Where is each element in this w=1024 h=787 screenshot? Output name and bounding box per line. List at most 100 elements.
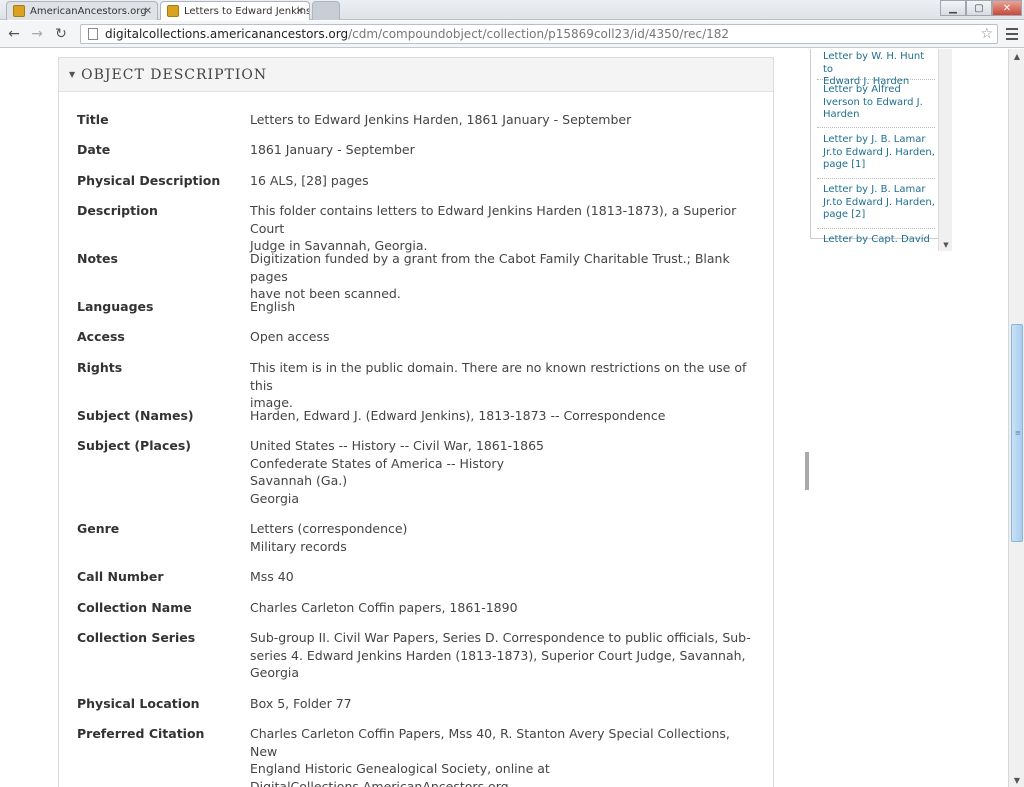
page-list-scrollbar[interactable]: ▼	[938, 49, 952, 251]
tab-bar: AmericanAncestors.org ✕ Letters to Edwar…	[0, 0, 1024, 20]
page-scrollbar[interactable]: ▲ ≡ ▼	[1008, 49, 1024, 787]
field-label: Subject (Names)	[77, 408, 194, 423]
value-line: Digitization funded by a grant from the …	[250, 251, 730, 284]
item-line: page [2]	[823, 209, 866, 221]
item-line: Letter by J. B. Lamar	[823, 134, 926, 145]
object-description-panel: ▼ OBJECT DESCRIPTION Title Letters to Ed…	[58, 57, 774, 787]
item-line: Iverson to Edward J.	[823, 96, 923, 108]
field-label: Call Number	[77, 569, 164, 584]
page-list-item[interactable]: Letter by J. B. Lamar Jr.to Edward J. Ha…	[817, 130, 935, 179]
favicon-icon	[167, 5, 179, 17]
field-value-links: Letters (correspondence) Military record…	[250, 520, 760, 555]
value-line: Sub-group II. Civil War Papers, Series D…	[250, 630, 751, 645]
scroll-down-icon[interactable]: ▼	[1009, 773, 1024, 787]
field-value-link[interactable]: Harden, Edward J. (Edward Jenkins), 1813…	[250, 407, 760, 425]
field-value-link[interactable]: This item is in the public domain. There…	[250, 359, 760, 412]
scroll-up-icon[interactable]: ▲	[1009, 49, 1024, 63]
field-value-text: Charles Carleton Coffin Papers, Mss 40, …	[250, 725, 760, 787]
bookmark-star-icon[interactable]: ☆	[980, 26, 993, 42]
panel-header[interactable]: ▼ OBJECT DESCRIPTION	[59, 58, 773, 92]
browser-toolbar: ← → ↻ digitalcollections.americanancesto…	[0, 21, 1024, 48]
field-label: Languages	[77, 299, 154, 314]
item-line: Letter by J. B. Lamar	[823, 184, 926, 195]
menu-icon[interactable]	[1004, 25, 1020, 43]
field-label: Title	[77, 112, 109, 127]
url-host: digitalcollections.americanancestors.org	[105, 27, 349, 41]
subject-place-link[interactable]: Savannah (Ga.)	[250, 472, 760, 490]
value-line: DigitalCollections.AmericanAncestors.org…	[250, 778, 513, 787]
forward-arrow-icon[interactable]: →	[28, 25, 46, 43]
collapse-caret-icon[interactable]: ▼	[69, 70, 75, 79]
field-value-link[interactable]: Letters to Edward Jenkins Harden, 1861 J…	[250, 111, 760, 129]
item-line: Jr.to Edward J. Harden,	[823, 196, 935, 208]
field-value-link[interactable]: Sub-group II. Civil War Papers, Series D…	[250, 629, 760, 682]
item-line: Letter by Alfred	[823, 84, 901, 95]
value-line: This item is in the public domain. There…	[250, 360, 747, 393]
field-value-link[interactable]: Digitization funded by a grant from the …	[250, 250, 760, 303]
field-value-link[interactable]: Mss 40	[250, 568, 760, 586]
page-list-item[interactable]: Letter by W. H. Hunt to Edward J. Harden	[817, 49, 935, 87]
value-line: This folder contains letters to Edward J…	[250, 203, 737, 236]
tab-label: Letters to Edward Jenkins H	[184, 5, 310, 17]
maximize-icon[interactable]: ▢	[966, 0, 992, 16]
page-list-panel: Letter by W. H. Hunt to Edward J. Harden…	[810, 49, 952, 244]
field-label: Physical Location	[77, 696, 200, 711]
field-label: Rights	[77, 360, 123, 375]
page-list-item[interactable]: Letter by Capt. David S.	[817, 230, 935, 244]
field-value-link[interactable]: Charles Carleton Coffin papers, 1861-189…	[250, 599, 760, 617]
field-label: Date	[77, 142, 111, 157]
field-label: Physical Description	[77, 173, 221, 188]
page-icon	[88, 28, 98, 40]
field-label: Access	[77, 329, 125, 344]
favicon-icon	[13, 5, 25, 17]
url-path: /cdm/compoundobject/collection/p15869col…	[348, 27, 730, 41]
field-value-link[interactable]: This folder contains letters to Edward J…	[250, 202, 760, 255]
page-viewport: ▼ OBJECT DESCRIPTION Title Letters to Ed…	[0, 49, 1008, 787]
page-list-item[interactable]: Letter by J. B. Lamar Jr.to Edward J. Ha…	[817, 180, 935, 229]
tab-letters[interactable]: Letters to Edward Jenkins H ✕	[160, 1, 310, 20]
subject-place-link[interactable]: Confederate States of America -- History	[250, 455, 760, 473]
field-value-link[interactable]: Box 5, Folder 77	[250, 695, 760, 713]
item-line: Letter by Capt. David S.	[823, 234, 930, 244]
subject-place-link[interactable]: Georgia	[250, 490, 760, 508]
value-line: series 4. Edward Jenkins Harden (1813-18…	[250, 647, 746, 663]
field-label: Collection Name	[77, 600, 192, 615]
field-label: Description	[77, 203, 158, 218]
field-label: Collection Series	[77, 630, 196, 645]
item-line: Letter by W. H. Hunt to	[823, 51, 925, 75]
value-line: Georgia	[250, 665, 300, 680]
panel-title: OBJECT DESCRIPTION	[81, 66, 268, 83]
item-line: page [1]	[823, 159, 866, 171]
field-value-link[interactable]: 1861 January - September	[250, 141, 760, 159]
field-value-link[interactable]: 16 ALS, [28] pages	[250, 172, 760, 190]
field-label: Genre	[77, 521, 120, 536]
genre-link[interactable]: Letters (correspondence)	[250, 520, 760, 538]
address-bar[interactable]: digitalcollections.americanancestors.org…	[80, 24, 998, 44]
new-tab-button[interactable]	[312, 1, 340, 20]
field-value-link[interactable]: English	[250, 298, 760, 316]
item-line: Harden	[823, 109, 860, 121]
value-line: England Historic Genealogical Society, o…	[250, 761, 550, 776]
close-icon[interactable]: ✕	[296, 6, 304, 17]
reload-icon[interactable]: ↻	[52, 25, 70, 43]
grip-icon: ≡	[1015, 429, 1021, 437]
genre-link[interactable]: Military records	[250, 538, 760, 556]
field-value-links: United States -- History -- Civil War, 1…	[250, 437, 760, 507]
field-value-link[interactable]: Open access	[250, 328, 760, 346]
scroll-down-icon[interactable]: ▼	[939, 239, 953, 251]
page-list-item[interactable]: Letter by Alfred Iverson to Edward J. Ha…	[817, 80, 935, 128]
item-line: Jr.to Edward J. Harden,	[823, 146, 935, 158]
value-line: Charles Carleton Coffin Papers, Mss 40, …	[250, 726, 730, 759]
tab-americanancestors[interactable]: AmericanAncestors.org ✕	[6, 1, 158, 20]
panel-resize-handle[interactable]	[805, 452, 809, 490]
minimize-icon[interactable]: ▁	[940, 0, 966, 16]
close-icon[interactable]: ✕	[144, 6, 152, 17]
scrollbar-thumb[interactable]: ≡	[1011, 324, 1023, 542]
subject-place-link[interactable]: United States -- History -- Civil War, 1…	[250, 437, 760, 455]
field-label: Subject (Places)	[77, 438, 191, 453]
back-arrow-icon[interactable]: ←	[5, 25, 23, 43]
window-close-icon[interactable]: ✕	[992, 0, 1022, 16]
field-label: Preferred Citation	[77, 726, 205, 741]
tab-label: AmericanAncestors.org	[30, 5, 147, 17]
field-label: Notes	[77, 251, 118, 266]
